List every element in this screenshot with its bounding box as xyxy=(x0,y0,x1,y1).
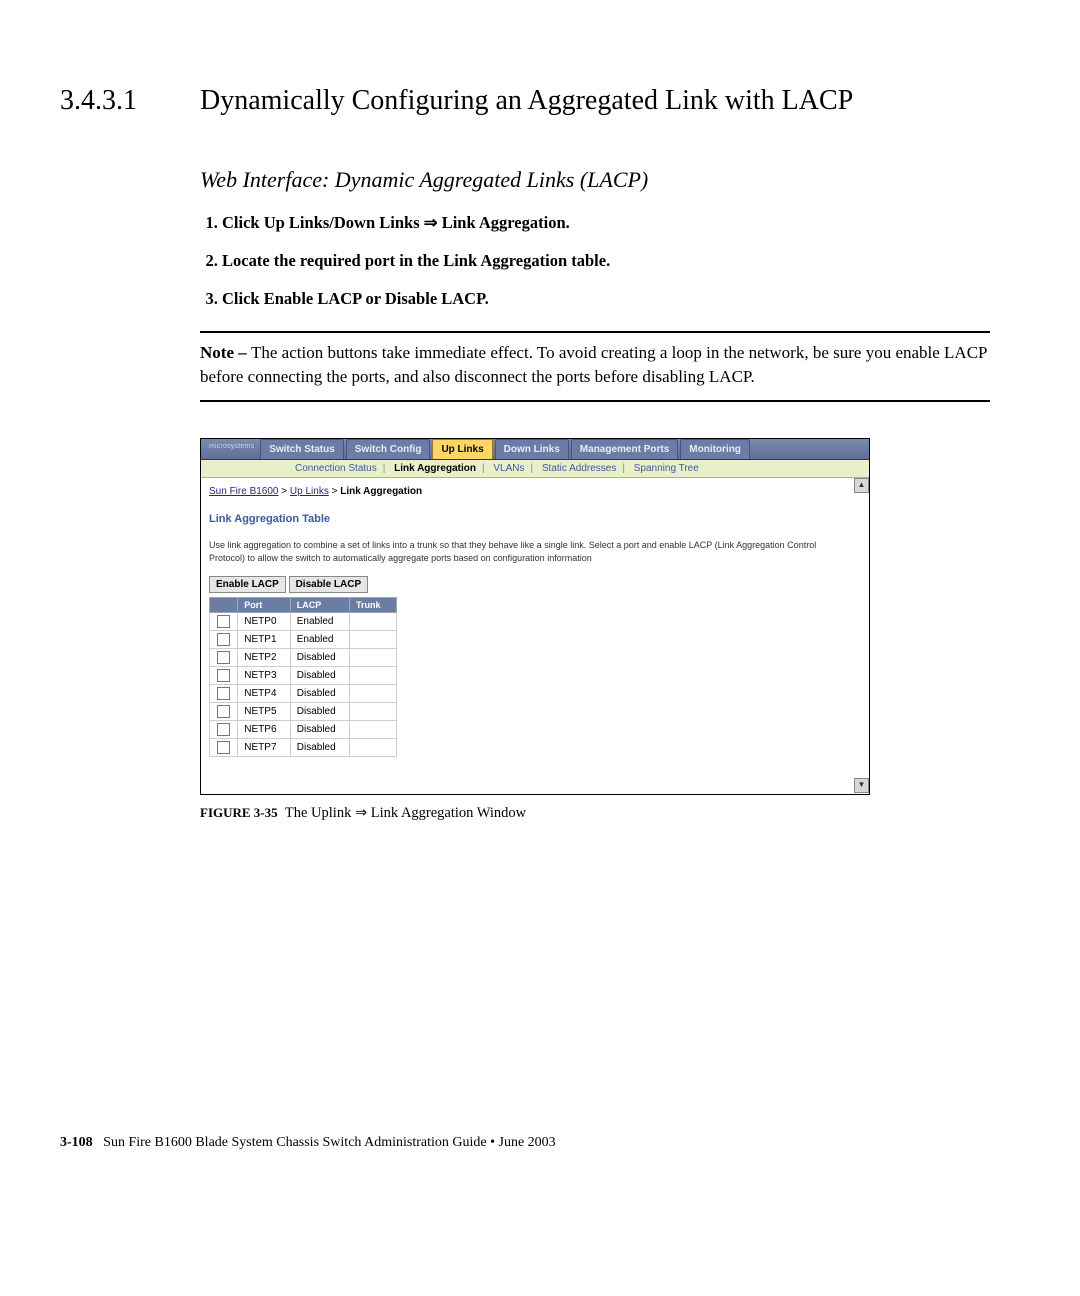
cell-lacp: Disabled xyxy=(290,721,349,739)
col-trunk: Trunk xyxy=(350,598,397,613)
row-checkbox[interactable] xyxy=(217,741,230,754)
row-checkbox[interactable] xyxy=(217,651,230,664)
breadcrumb-mid[interactable]: Up Links xyxy=(290,486,329,497)
cell-trunk xyxy=(350,613,397,631)
cell-lacp: Disabled xyxy=(290,685,349,703)
step-item: Click Enable LACP or Disable LACP. xyxy=(222,287,990,311)
section-title: Dynamically Configuring an Aggregated Li… xyxy=(200,85,853,117)
cell-lacp: Disabled xyxy=(290,649,349,667)
cell-trunk xyxy=(350,631,397,649)
table-title: Link Aggregation Table xyxy=(209,513,861,525)
col-port: Port xyxy=(238,598,290,613)
breadcrumb: Sun Fire B1600 > Up Links > Link Aggrega… xyxy=(209,486,861,497)
page-number: 3-108 xyxy=(60,1135,93,1150)
tab-down-links[interactable]: Down Links xyxy=(495,439,569,459)
sun-logo: microsystems xyxy=(207,439,260,459)
table-row: NETP3Disabled xyxy=(210,667,397,685)
cell-lacp: Disabled xyxy=(290,703,349,721)
tab-management-ports[interactable]: Management Ports xyxy=(571,439,678,459)
table-row: NETP2Disabled xyxy=(210,649,397,667)
cell-lacp: Enabled xyxy=(290,613,349,631)
cell-port: NETP0 xyxy=(238,613,290,631)
steps-list: Click Up Links/Down Links ⇒ Link Aggrega… xyxy=(200,211,990,311)
subnav-connection-status[interactable]: Connection Status xyxy=(295,463,377,474)
table-row: NETP5Disabled xyxy=(210,703,397,721)
row-checkbox[interactable] xyxy=(217,723,230,736)
cell-port: NETP3 xyxy=(238,667,290,685)
footer-text: Sun Fire B1600 Blade System Chassis Swit… xyxy=(103,1135,556,1150)
cell-port: NETP7 xyxy=(238,739,290,757)
enable-lacp-button[interactable]: Enable LACP xyxy=(209,576,286,593)
cell-lacp: Disabled xyxy=(290,667,349,685)
note-body: The action buttons take immediate effect… xyxy=(200,343,987,387)
row-checkbox[interactable] xyxy=(217,669,230,682)
subnav-vlans[interactable]: VLANs xyxy=(493,463,524,474)
table-row: NETP0Enabled xyxy=(210,613,397,631)
cell-port: NETP5 xyxy=(238,703,290,721)
table-row: NETP7Disabled xyxy=(210,739,397,757)
row-checkbox[interactable] xyxy=(217,633,230,646)
row-checkbox[interactable] xyxy=(217,687,230,700)
step-item: Locate the required port in the Link Agg… xyxy=(222,249,990,273)
link-aggregation-table: Port LACP Trunk NETP0Enabled NETP1Enable… xyxy=(209,597,397,757)
cell-port: NETP2 xyxy=(238,649,290,667)
sub-nav: Connection Status| Link Aggregation| VLA… xyxy=(201,460,869,478)
tab-switch-config[interactable]: Switch Config xyxy=(346,439,431,459)
subnav-static-addresses[interactable]: Static Addresses xyxy=(542,463,616,474)
note-label: Note – xyxy=(200,343,251,362)
cell-trunk xyxy=(350,703,397,721)
cell-port: NETP4 xyxy=(238,685,290,703)
col-lacp: LACP xyxy=(290,598,349,613)
tab-up-links[interactable]: Up Links xyxy=(432,439,492,459)
breadcrumb-root[interactable]: Sun Fire B1600 xyxy=(209,486,279,497)
table-row: NETP6Disabled xyxy=(210,721,397,739)
figure-text: The Uplink ⇒ Link Aggregation Window xyxy=(285,805,526,821)
screenshot-window: microsystems Switch Status Switch Config… xyxy=(200,438,870,795)
cell-lacp: Enabled xyxy=(290,631,349,649)
cell-trunk xyxy=(350,649,397,667)
cell-trunk xyxy=(350,739,397,757)
step-item: Click Up Links/Down Links ⇒ Link Aggrega… xyxy=(222,211,990,235)
tab-monitoring[interactable]: Monitoring xyxy=(680,439,750,459)
subnav-link-aggregation[interactable]: Link Aggregation xyxy=(394,463,476,474)
scroll-up-icon[interactable]: ▲ xyxy=(854,478,869,493)
row-checkbox[interactable] xyxy=(217,615,230,628)
tab-switch-status[interactable]: Switch Status xyxy=(260,439,344,459)
cell-trunk xyxy=(350,685,397,703)
cell-lacp: Disabled xyxy=(290,739,349,757)
note-block: Note – The action buttons take immediate… xyxy=(200,331,990,402)
scroll-down-icon[interactable]: ▼ xyxy=(854,778,869,793)
cell-trunk xyxy=(350,721,397,739)
table-description: Use link aggregation to combine a set of… xyxy=(209,539,849,564)
breadcrumb-leaf: Link Aggregation xyxy=(340,486,422,497)
table-row: NETP1Enabled xyxy=(210,631,397,649)
section-number: 3.4.3.1 xyxy=(60,85,200,117)
subnav-spanning-tree[interactable]: Spanning Tree xyxy=(634,463,699,474)
cell-port: NETP6 xyxy=(238,721,290,739)
figure-caption: FIGURE 3-35 The Uplink ⇒ Link Aggregatio… xyxy=(200,805,990,822)
cell-trunk xyxy=(350,667,397,685)
top-tabbar: microsystems Switch Status Switch Config… xyxy=(201,439,869,460)
row-checkbox[interactable] xyxy=(217,705,230,718)
cell-port: NETP1 xyxy=(238,631,290,649)
figure-label: FIGURE 3-35 xyxy=(200,805,278,820)
disable-lacp-button[interactable]: Disable LACP xyxy=(289,576,369,593)
table-row: NETP4Disabled xyxy=(210,685,397,703)
page-footer: 3-108 Sun Fire B1600 Blade System Chassi… xyxy=(60,1135,960,1151)
subhead: Web Interface: Dynamic Aggregated Links … xyxy=(200,167,990,193)
